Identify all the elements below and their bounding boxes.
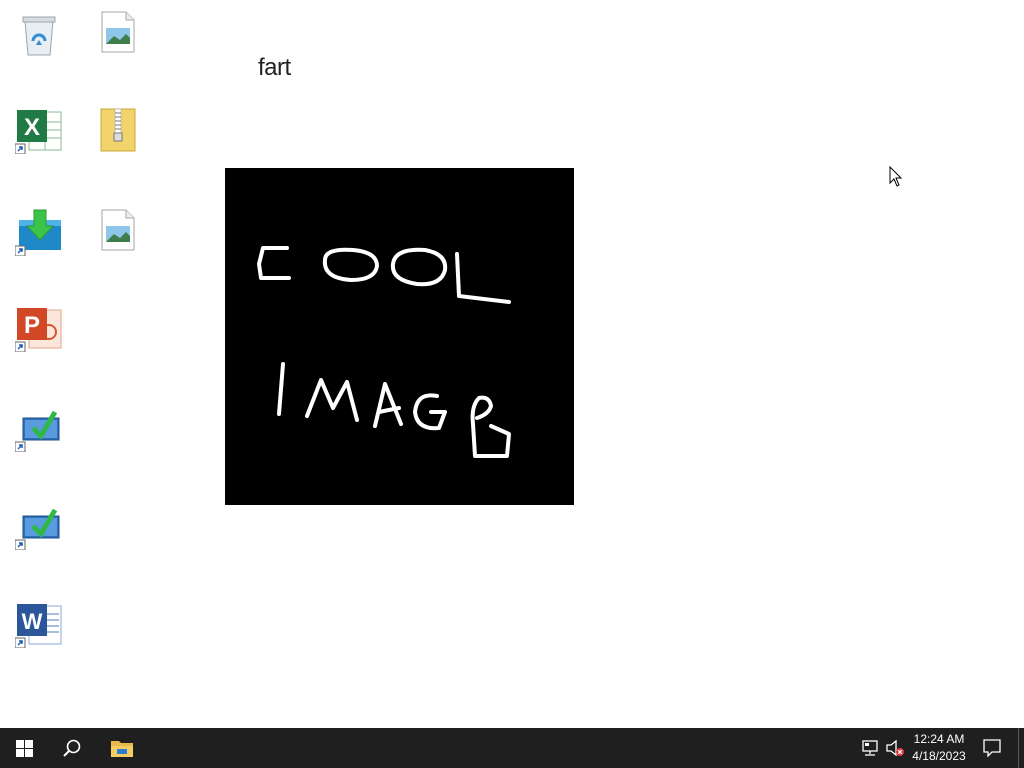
search-icon[interactable] <box>48 728 96 768</box>
file-explorer-icon[interactable] <box>98 728 146 768</box>
svg-text:X: X <box>24 114 40 141</box>
mouse-cursor-icon <box>889 165 903 193</box>
download-shortcut-icon[interactable] <box>13 206 65 258</box>
clock-date: 4/18/2023 <box>912 749 966 763</box>
volume-muted-icon[interactable] <box>884 728 906 768</box>
image-file-icon[interactable] <box>92 6 144 58</box>
remote-desktop-shortcut-icon[interactable] <box>13 500 65 552</box>
excel-shortcut-icon[interactable]: X <box>13 104 65 156</box>
word-shortcut-icon[interactable]: W <box>13 598 65 650</box>
clock-time: 12:24 AM <box>913 732 965 746</box>
svg-text:W: W <box>22 609 43 634</box>
remote-desktop-shortcut-icon[interactable] <box>13 402 65 454</box>
wallpaper-text: fart <box>258 54 291 81</box>
windows-logo-icon[interactable] <box>0 728 48 768</box>
show-desktop-button[interactable] <box>1018 728 1024 768</box>
desktop[interactable]: X P W fart <box>0 0 1024 728</box>
network-icon[interactable] <box>860 728 882 768</box>
action-center-icon[interactable] <box>980 728 1004 768</box>
image-file-icon[interactable] <box>92 204 144 256</box>
recycle-bin-icon[interactable] <box>13 8 65 60</box>
clock[interactable]: 12:24 AM 4/18/2023 <box>906 728 972 768</box>
zip-folder-icon[interactable] <box>92 104 144 156</box>
svg-text:P: P <box>24 312 40 339</box>
taskbar: 12:24 AM 4/18/2023 <box>0 728 1024 768</box>
cool-image <box>225 168 574 505</box>
powerpoint-shortcut-icon[interactable]: P <box>13 302 65 354</box>
